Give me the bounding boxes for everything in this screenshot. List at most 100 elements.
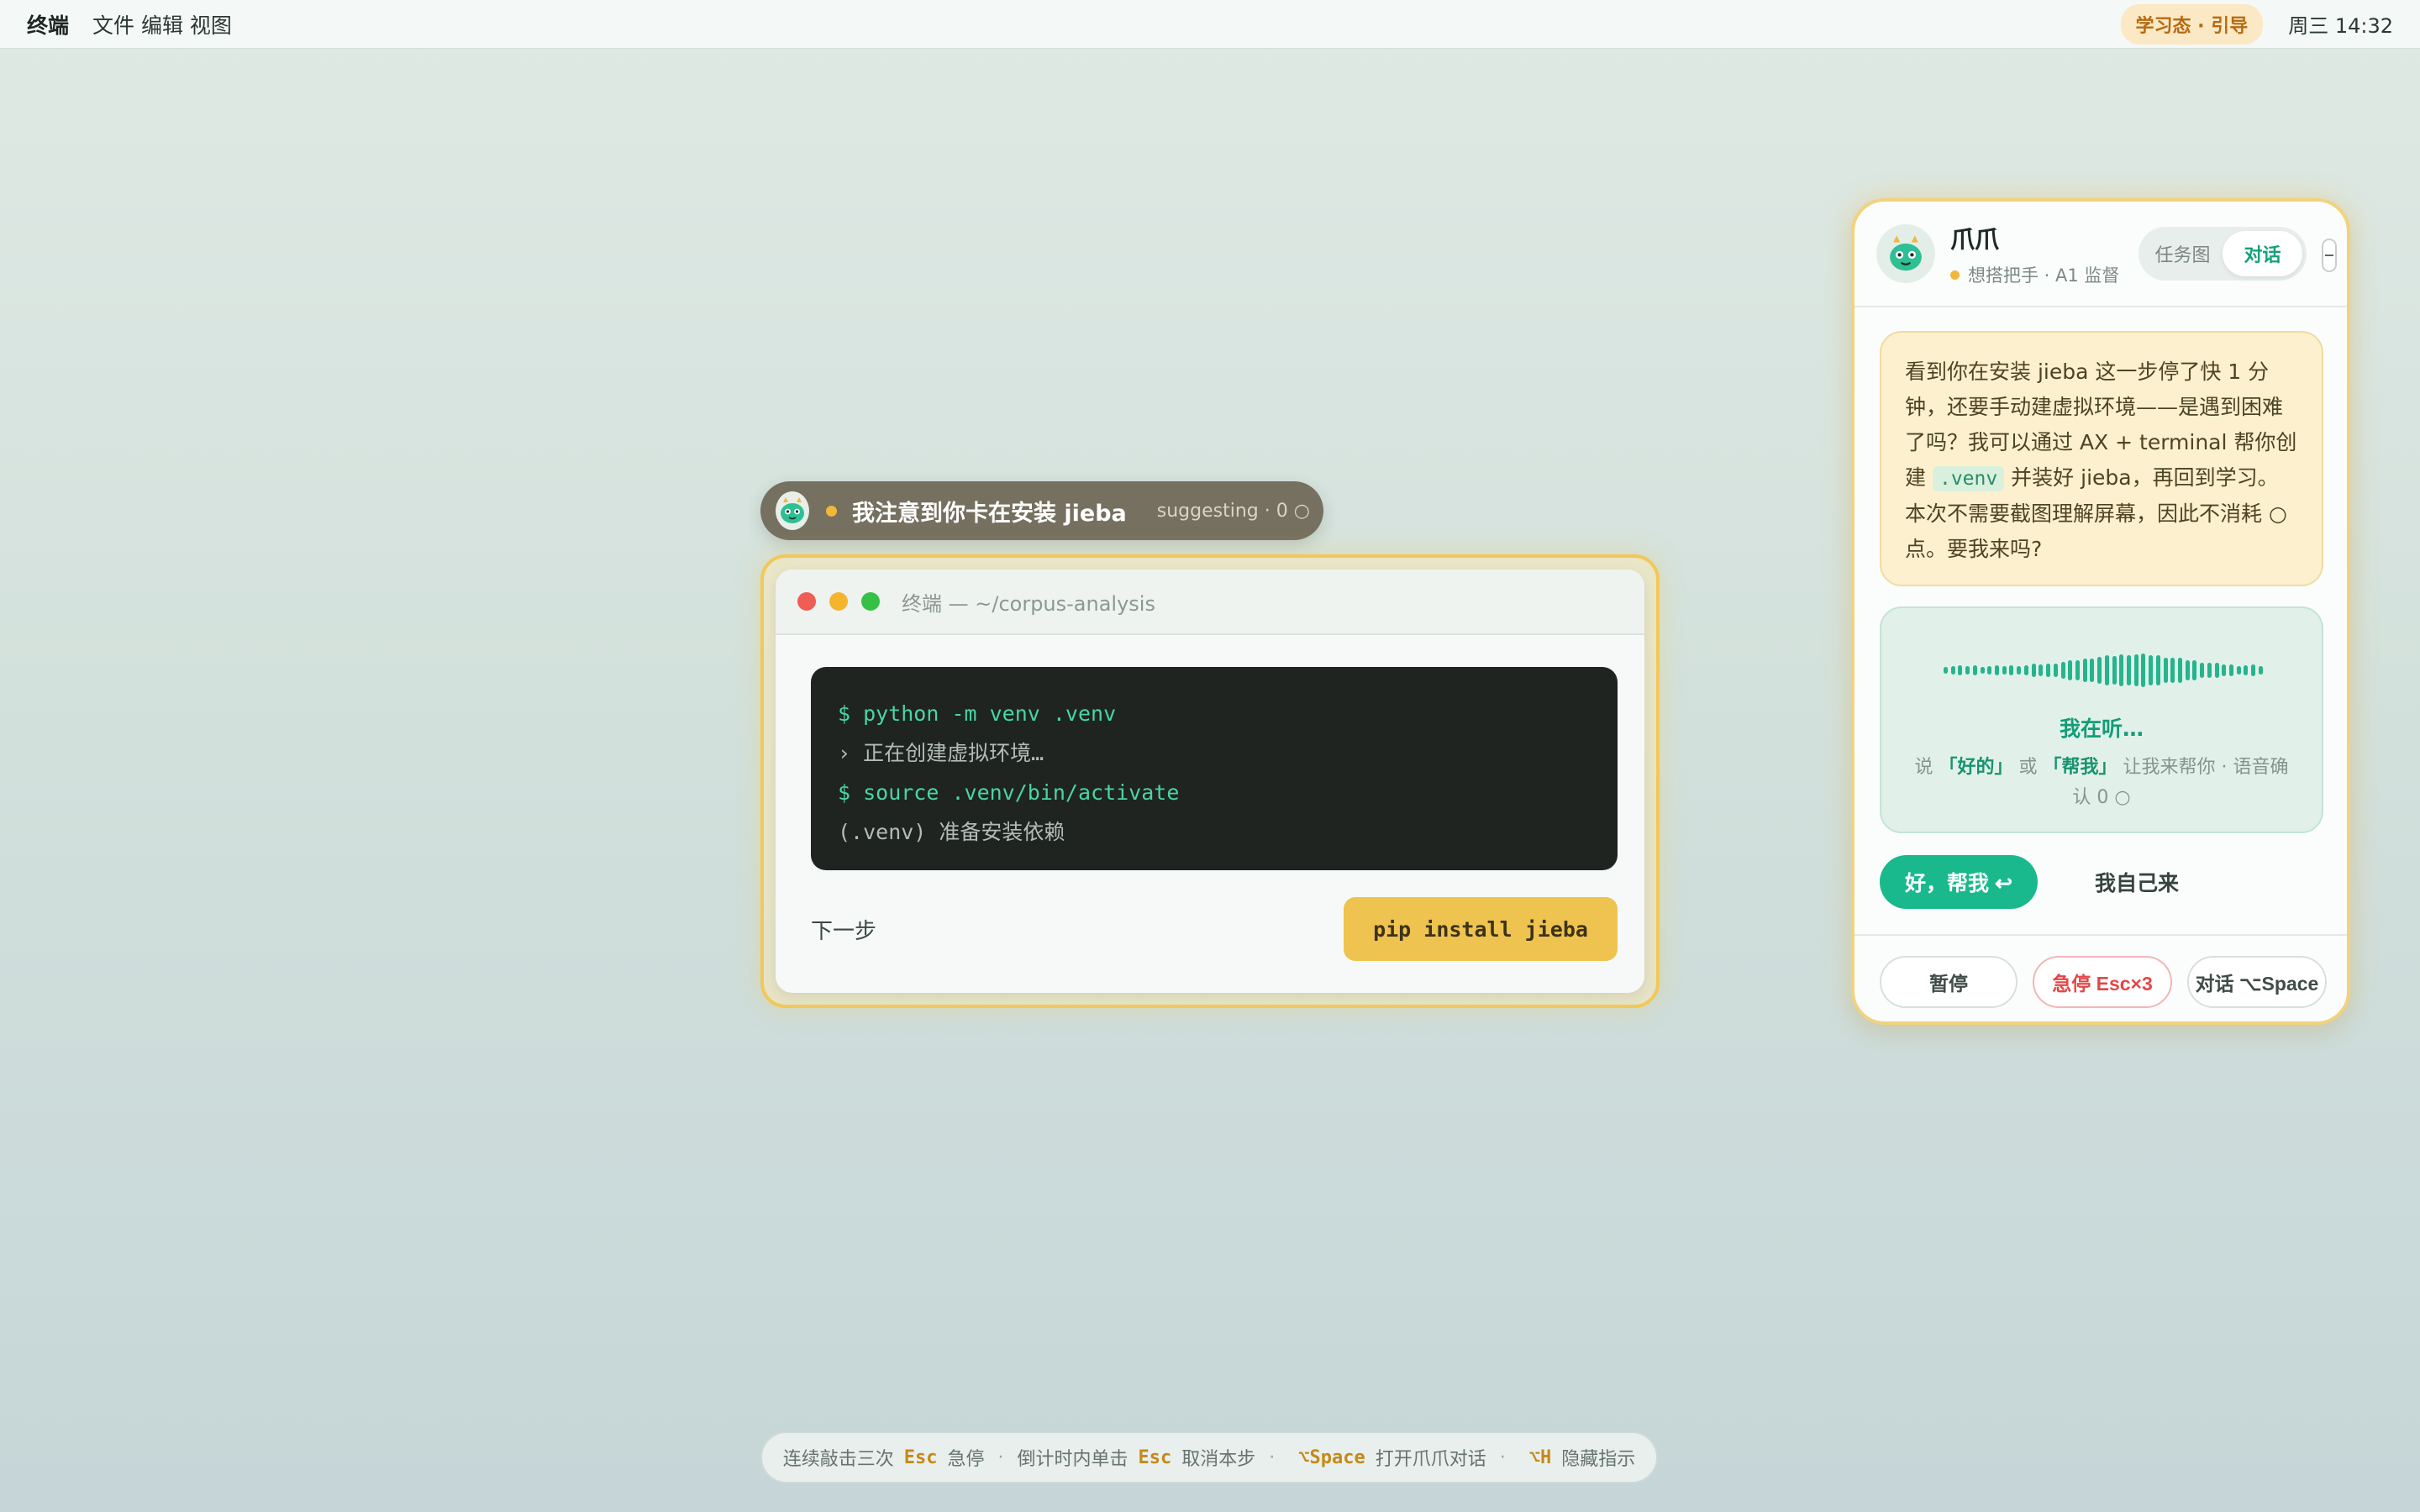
zoom-window-button[interactable] bbox=[861, 592, 880, 611]
pause-button[interactable]: 暂停 bbox=[1880, 956, 2018, 1008]
do-it-myself-button[interactable]: 我自己来 bbox=[2061, 855, 2212, 909]
separator: · bbox=[1269, 1446, 1276, 1468]
waveform-bar bbox=[2214, 662, 2219, 679]
waveform-bar bbox=[2236, 665, 2241, 675]
waveform-bar bbox=[2258, 665, 2263, 675]
code-chip: .venv bbox=[1932, 466, 2005, 491]
terminal-window[interactable]: 终端 — ~/corpus-analysis $ python -m venv … bbox=[776, 570, 1644, 993]
assistant-name: 爪爪 bbox=[1950, 225, 2000, 254]
hint-text: 或 bbox=[2018, 757, 2038, 778]
waveform-bar bbox=[2222, 664, 2227, 677]
status-dot bbox=[1950, 270, 1960, 280]
assistant-subtitle: 想搭把手 · A1 监督 bbox=[1950, 262, 2119, 287]
waveform-bar bbox=[2082, 659, 2087, 682]
waveform-bar bbox=[1958, 664, 1963, 676]
panel-header: 爪爪 想搭把手 · A1 监督 任务图 对话 bbox=[1854, 202, 2347, 307]
waveform-bar bbox=[1972, 665, 1977, 675]
view-toggle: 任务图 对话 bbox=[2139, 227, 2307, 281]
waveform-bar bbox=[2002, 666, 2007, 675]
waveform-bar bbox=[2017, 666, 2022, 675]
hint-keyword: 「好的」 bbox=[1939, 757, 2013, 778]
waveform-bar bbox=[2133, 654, 2139, 686]
console-line: $ python -m venv .venv bbox=[838, 701, 1117, 726]
waveform-bar bbox=[2053, 664, 2058, 677]
waveform-bar bbox=[2149, 655, 2154, 685]
waveform-bar bbox=[2229, 664, 2234, 677]
waveform-bar bbox=[2200, 662, 2205, 679]
minus-icon bbox=[2325, 255, 2333, 256]
waveform-bar bbox=[2046, 663, 2051, 678]
voice-waveform-icon bbox=[1944, 654, 2263, 687]
waveform-bar bbox=[2207, 662, 2212, 679]
mascot-avatar-icon bbox=[1876, 224, 1935, 283]
clock: 周三 14:32 bbox=[2288, 14, 2393, 38]
suggestion-state: suggesting · 0 ○ bbox=[1156, 500, 1310, 522]
mode-badge[interactable]: 学习态 · 引导 bbox=[2120, 3, 2264, 45]
waveform-bar bbox=[2244, 664, 2249, 676]
emergency-stop-button[interactable]: 急停 Esc×3 bbox=[2033, 956, 2172, 1008]
suggestion-pill[interactable]: 我注意到你卡在安装 jieba suggesting · 0 ○ bbox=[760, 481, 1323, 540]
menu-bar-right: 学习态 · 引导 周三 14:32 bbox=[2120, 3, 2393, 45]
waveform-bar bbox=[2192, 659, 2197, 681]
waveform-bar bbox=[2141, 654, 2146, 687]
waveform-bar bbox=[1950, 665, 1955, 675]
hint-text: 倒计时内单击 bbox=[1017, 1449, 1128, 1470]
waveform-bar bbox=[1965, 666, 1970, 675]
assistant-message: 看到你在安装 jieba 这一步停了快 1 分钟，还要手动建虚拟环境——是遇到困… bbox=[1880, 331, 2323, 586]
open-chat-button[interactable]: 对话 ⌥Space bbox=[2187, 956, 2327, 1008]
assistant-identity: 爪爪 想搭把手 · A1 监督 bbox=[1950, 220, 2119, 287]
shortcut-hint-bar: 连续敲击三次 Esc 急停 · 倒计时内单击 Esc 取消本步 · ⌥Space… bbox=[760, 1431, 1658, 1483]
divider bbox=[1854, 934, 2347, 936]
waveform-bar bbox=[2104, 655, 2109, 685]
waveform-bar bbox=[2031, 664, 2036, 677]
terminal-console[interactable]: $ python -m venv .venv › 正在创建虚拟环境… $ sou… bbox=[811, 667, 1618, 870]
waveform-bar bbox=[2178, 657, 2182, 684]
app-menu-terminal[interactable]: 终端 bbox=[27, 9, 69, 39]
waveform-bar bbox=[1944, 666, 1948, 674]
minimize-panel-button[interactable] bbox=[2322, 239, 2337, 272]
tab-task-graph[interactable]: 任务图 bbox=[2143, 231, 2223, 276]
shortcut-key: ⌥Space bbox=[1298, 1446, 1365, 1468]
console-line: $ source .venv/bin/activate bbox=[838, 780, 1180, 805]
minimize-window-button[interactable] bbox=[829, 592, 848, 611]
waveform-bar bbox=[2060, 662, 2065, 679]
assistant-panel: 爪爪 想搭把手 · A1 监督 任务图 对话 看到你在安装 jieba 这一步停… bbox=[1851, 198, 2350, 1025]
waveform-bar bbox=[2163, 657, 2168, 684]
waveform-bar bbox=[2251, 664, 2256, 676]
console-line: (.venv) 准备安装依赖 bbox=[838, 820, 1065, 844]
tab-chat[interactable]: 对话 bbox=[2223, 231, 2302, 276]
console-line: › 正在创建虚拟环境… bbox=[838, 741, 1044, 765]
menu-bar: 终端 文件 编辑 视图 学习态 · 引导 周三 14:32 bbox=[0, 0, 2420, 49]
waveform-bar bbox=[1980, 666, 1985, 675]
hint-text: 说 bbox=[1914, 757, 1933, 778]
terminal-title: 终端 — ~/corpus-analysis bbox=[902, 591, 1155, 616]
listening-title: 我在听… bbox=[2059, 717, 2144, 741]
hint-keyword: 「帮我」 bbox=[2043, 757, 2118, 778]
status-dot bbox=[826, 505, 837, 517]
hint-text: 连续敲击三次 bbox=[782, 1449, 894, 1470]
waveform-bar bbox=[2126, 655, 2131, 685]
waveform-bar bbox=[2075, 660, 2080, 680]
menu-items[interactable]: 文件 编辑 视图 bbox=[92, 9, 232, 39]
voice-listening-card[interactable]: 我在听… 说 「好的」 或 「帮我」 让我来帮你 · 语音确认 0 ○ bbox=[1880, 606, 2323, 833]
waveform-bar bbox=[2119, 654, 2124, 686]
separator: · bbox=[1499, 1446, 1506, 1468]
hint-text: 取消本步 bbox=[1181, 1449, 1256, 1470]
mascot-icon bbox=[776, 491, 809, 530]
separator: · bbox=[997, 1446, 1004, 1468]
terminal-titlebar[interactable]: 终端 — ~/corpus-analysis bbox=[776, 570, 1644, 635]
help-me-button[interactable]: 好，帮我 ↩ bbox=[1880, 855, 2038, 909]
waveform-bar bbox=[2039, 664, 2044, 676]
waveform-bar bbox=[2112, 655, 2117, 685]
waveform-bar bbox=[1995, 664, 2000, 676]
waveform-bar bbox=[2068, 660, 2073, 680]
terminal-highlight-frame: 终端 — ~/corpus-analysis $ python -m venv … bbox=[760, 554, 1660, 1008]
waveform-bar bbox=[2023, 664, 2028, 676]
shortcut-key: Esc bbox=[1138, 1446, 1172, 1468]
hint-text: 急停 bbox=[947, 1449, 985, 1470]
suggestion-text: 我注意到你卡在安装 jieba bbox=[852, 500, 1127, 527]
assistant-status-text: 想搭把手 · A1 监督 bbox=[1968, 265, 2120, 286]
pip-install-button[interactable]: pip install jieba bbox=[1344, 897, 1618, 961]
waveform-bar bbox=[2170, 657, 2175, 684]
close-window-button[interactable] bbox=[797, 592, 816, 611]
